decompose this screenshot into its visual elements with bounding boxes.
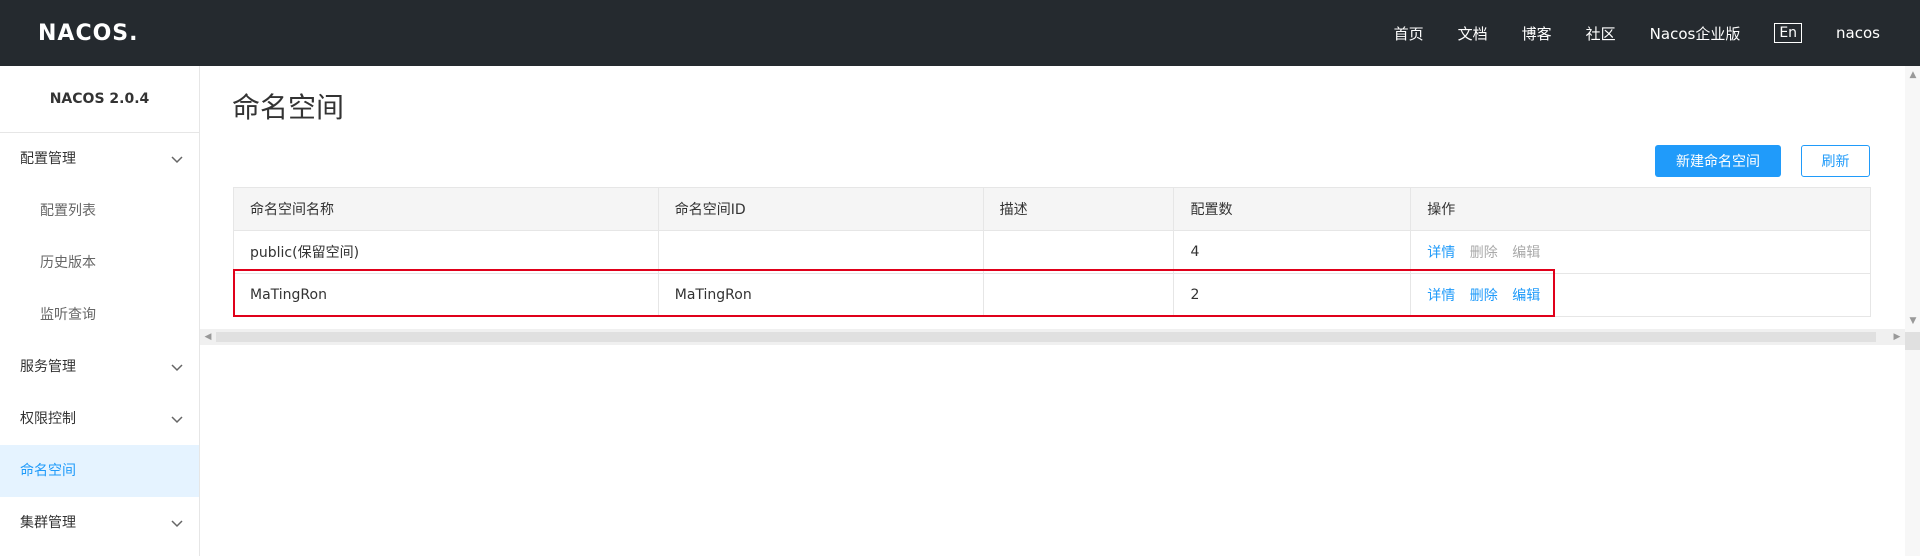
scrollbar-thumb[interactable] [1905, 332, 1920, 350]
sidebar-item-label: 配置列表 [40, 203, 96, 219]
sidebar-item-config-list[interactable]: 配置列表 [0, 185, 199, 237]
namespace-table: 命名空间名称 命名空间ID 描述 配置数 操作 public(保留空间) 4 详… [233, 187, 1871, 317]
vertical-scrollbar[interactable]: ▲ ▼ [1905, 66, 1920, 556]
top-bar: NACOS. 首页 文档 博客 社区 Nacos企业版 En nacos [0, 0, 1920, 66]
table-row: public(保留空间) 4 详情 删除 编辑 [233, 230, 1871, 274]
refresh-button[interactable]: 刷新 [1801, 145, 1870, 177]
horizontal-scrollbar[interactable]: ◀ ▶ [200, 329, 1905, 345]
user-menu[interactable]: nacos [1836, 24, 1880, 42]
nav-enterprise[interactable]: Nacos企业版 [1650, 23, 1741, 44]
delete-link[interactable]: 删除 [1470, 288, 1498, 304]
sidebar-item-service-management[interactable]: 服务管理 [0, 341, 199, 393]
scroll-up-icon[interactable]: ▲ [1908, 70, 1918, 80]
cell-description [982, 273, 1175, 317]
nav-docs[interactable]: 文档 [1458, 23, 1488, 44]
scroll-right-icon[interactable]: ▶ [1892, 332, 1902, 342]
cell-config-count: 2 [1173, 273, 1412, 317]
language-switch-button[interactable]: En [1774, 23, 1803, 43]
sidebar-item-label: 命名空间 [20, 463, 76, 479]
nav-home[interactable]: 首页 [1394, 23, 1424, 44]
nav-community[interactable]: 社区 [1586, 23, 1616, 44]
sidebar-item-access-control[interactable]: 权限控制 [0, 393, 199, 445]
cell-name: MaTingRon [233, 273, 659, 317]
sidebar-item-label: 服务管理 [20, 359, 76, 375]
sidebar: NACOS 2.0.4 配置管理 配置列表 历史版本 监听查询 服务管理 权限控… [0, 66, 200, 556]
scrollbar-thumb[interactable] [216, 332, 1876, 342]
delete-link: 删除 [1469, 245, 1498, 261]
table-row: MaTingRon MaTingRon 2 详情 删除 编辑 [233, 273, 1871, 317]
cell-operations: 详情 删除 编辑 [1410, 230, 1871, 274]
page-title: 命名空间 [232, 91, 345, 124]
sidebar-item-namespace[interactable]: 命名空间 [0, 445, 199, 497]
column-header-description: 描述 [982, 187, 1175, 231]
nav-blog[interactable]: 博客 [1522, 23, 1552, 44]
edit-link: 编辑 [1512, 245, 1541, 261]
nacos-logo[interactable]: NACOS. [38, 18, 139, 48]
chevron-down-icon [171, 364, 183, 372]
edit-link[interactable]: 编辑 [1512, 288, 1540, 304]
sidebar-item-label: 历史版本 [40, 255, 96, 271]
cell-operations: 详情 删除 编辑 [1410, 273, 1871, 317]
cell-id [657, 230, 984, 274]
sidebar-version-title: NACOS 2.0.4 [0, 66, 199, 133]
sidebar-item-listener-query[interactable]: 监听查询 [0, 289, 199, 341]
cell-description [982, 230, 1175, 274]
chevron-down-icon [171, 520, 183, 528]
sidebar-item-cluster-management[interactable]: 集群管理 [0, 497, 199, 549]
chevron-down-icon [171, 156, 183, 164]
sidebar-item-config-management[interactable]: 配置管理 [0, 133, 199, 185]
details-link[interactable]: 详情 [1427, 288, 1455, 304]
column-header-name: 命名空间名称 [233, 187, 659, 231]
scroll-left-icon[interactable]: ◀ [203, 332, 213, 342]
main-content: 命名空间 新建命名空间 刷新 命名空间名称 命名空间ID 描述 配置数 操作 p… [200, 66, 1905, 556]
sidebar-item-label: 权限控制 [20, 411, 76, 427]
cell-config-count: 4 [1173, 230, 1412, 274]
scroll-down-icon[interactable]: ▼ [1908, 316, 1918, 326]
top-nav: 首页 文档 博客 社区 Nacos企业版 En nacos [1360, 0, 1920, 66]
sidebar-item-label: 配置管理 [20, 151, 76, 167]
column-header-config-count: 配置数 [1173, 187, 1412, 231]
cell-id: MaTingRon [657, 273, 984, 317]
column-header-operations: 操作 [1410, 187, 1871, 231]
sidebar-item-label: 监听查询 [40, 307, 96, 323]
sidebar-item-history[interactable]: 历史版本 [0, 237, 199, 289]
sidebar-item-label: 集群管理 [20, 515, 76, 531]
chevron-down-icon [171, 416, 183, 424]
cell-name: public(保留空间) [233, 230, 659, 274]
create-namespace-button[interactable]: 新建命名空间 [1655, 145, 1781, 177]
details-link[interactable]: 详情 [1427, 245, 1455, 261]
table-header-row: 命名空间名称 命名空间ID 描述 配置数 操作 [233, 187, 1871, 231]
column-header-id: 命名空间ID [657, 187, 984, 231]
